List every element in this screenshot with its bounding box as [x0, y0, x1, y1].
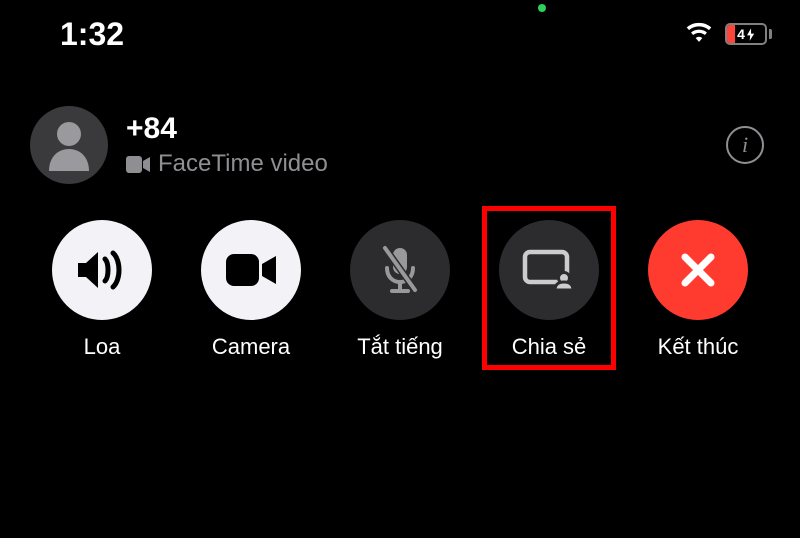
battery-level-text: 4 [737, 26, 745, 42]
mute-button[interactable] [350, 220, 450, 320]
wifi-icon [685, 21, 713, 48]
camera-button[interactable] [201, 220, 301, 320]
end-label: Kết thúc [658, 334, 739, 360]
status-right: 4 [685, 21, 772, 48]
caller-row: +84 FaceTime video i [0, 56, 800, 202]
video-icon [126, 156, 150, 173]
caller-info: +84 FaceTime video [126, 112, 708, 178]
mute-label: Tắt tiếng [357, 334, 443, 360]
screen-share-icon [521, 248, 577, 292]
call-controls: Loa Camera Tắt tiếng [0, 202, 800, 360]
speaker-icon [74, 246, 130, 294]
close-icon [677, 249, 719, 291]
status-time: 1:32 [60, 16, 124, 53]
end-call-button[interactable] [648, 220, 748, 320]
control-mute: Tắt tiếng [332, 220, 468, 360]
control-camera: Camera [183, 220, 319, 360]
control-end: Kết thúc [630, 220, 766, 360]
camera-label: Camera [212, 334, 290, 360]
battery-indicator: 4 [725, 23, 772, 45]
info-button[interactable]: i [726, 126, 764, 164]
status-bar: 1:32 4 [0, 0, 800, 56]
camera-icon [224, 252, 278, 288]
camera-active-indicator [538, 4, 546, 12]
avatar[interactable] [30, 106, 108, 184]
caller-sub-text: FaceTime video [158, 150, 328, 178]
speaker-label: Loa [84, 334, 121, 360]
caller-subtitle: FaceTime video [126, 150, 708, 178]
speaker-button[interactable] [52, 220, 152, 320]
caller-name: +84 [126, 112, 708, 146]
share-label: Chia sẻ [512, 334, 587, 360]
control-share: Chia sẻ [481, 220, 617, 360]
charging-icon [746, 28, 755, 41]
share-button[interactable] [499, 220, 599, 320]
control-speaker: Loa [34, 220, 170, 360]
mic-off-icon [378, 244, 422, 296]
person-icon [45, 119, 93, 171]
